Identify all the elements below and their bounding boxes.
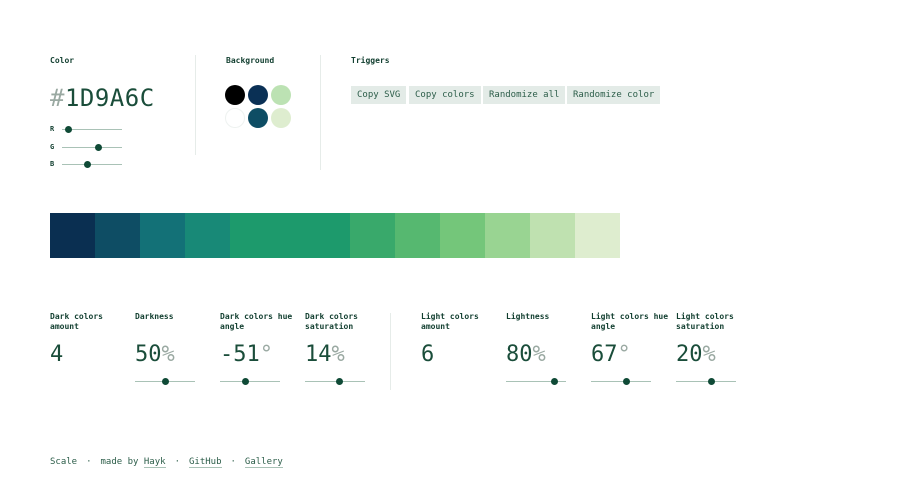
green-slider[interactable] bbox=[62, 144, 122, 151]
palette-swatch[interactable] bbox=[350, 213, 395, 258]
value-number: 4 bbox=[50, 342, 64, 367]
light-saturation-slider[interactable] bbox=[676, 378, 736, 385]
slider-knob[interactable] bbox=[707, 378, 715, 385]
value-unit: ° bbox=[259, 342, 273, 367]
red-slider[interactable] bbox=[62, 126, 122, 133]
made-by-text: made by bbox=[100, 457, 139, 467]
divider bbox=[320, 55, 321, 170]
palette-swatch[interactable] bbox=[530, 213, 575, 258]
value-number: -51 bbox=[220, 342, 260, 367]
dark-colors-amount-label: Dark colors amount bbox=[50, 312, 103, 331]
background-swatch-pale-green[interactable] bbox=[271, 108, 291, 128]
color-section-label: Color bbox=[50, 56, 75, 65]
palette-swatch[interactable] bbox=[50, 213, 95, 258]
dark-saturation-label: Dark colors saturation bbox=[305, 312, 358, 331]
background-swatch-navy[interactable] bbox=[248, 85, 268, 105]
slider-knob[interactable] bbox=[161, 378, 169, 385]
slider-knob[interactable] bbox=[622, 378, 630, 385]
github-link[interactable]: GitHub bbox=[188, 457, 222, 468]
palette-swatch[interactable] bbox=[485, 213, 530, 258]
light-colors-amount-label: Light colors amount bbox=[421, 312, 479, 331]
palette-swatch[interactable] bbox=[230, 213, 350, 258]
light-saturation-label: Light colors saturation bbox=[676, 312, 734, 331]
palette-swatch[interactable] bbox=[575, 213, 620, 258]
hex-value[interactable]: #1D9A6C bbox=[50, 84, 155, 112]
dark-hue-angle-slider[interactable] bbox=[220, 378, 280, 385]
background-section-label: Background bbox=[226, 56, 275, 65]
copy-svg-button[interactable]: Copy SVG bbox=[351, 86, 407, 104]
darkness-slider[interactable] bbox=[135, 378, 195, 385]
blue-channel-label: B bbox=[50, 160, 55, 168]
darkness-value[interactable]: 50% bbox=[135, 342, 175, 367]
light-hue-angle-slider[interactable] bbox=[591, 378, 651, 385]
red-channel-label: R bbox=[50, 125, 55, 133]
divider bbox=[195, 55, 196, 155]
value-number: 67 bbox=[591, 342, 618, 367]
divider bbox=[390, 313, 391, 390]
value-unit: % bbox=[532, 342, 546, 367]
light-saturation-value[interactable]: 20% bbox=[676, 342, 716, 367]
light-hue-angle-label: Light colors hue angle bbox=[591, 312, 669, 331]
palette-swatch[interactable] bbox=[395, 213, 440, 258]
light-colors-amount-value[interactable]: 6 bbox=[421, 342, 434, 367]
color-palette bbox=[50, 213, 620, 258]
value-unit: % bbox=[331, 342, 345, 367]
palette-swatch[interactable] bbox=[440, 213, 485, 258]
app-name: Scale bbox=[50, 457, 78, 467]
lightness-slider[interactable] bbox=[506, 378, 566, 385]
separator: · bbox=[174, 457, 180, 467]
green-slider-knob[interactable] bbox=[94, 144, 102, 151]
triggers-section-label: Triggers bbox=[351, 56, 390, 65]
lightness-value[interactable]: 80% bbox=[506, 342, 546, 367]
separator: · bbox=[86, 457, 92, 467]
slider-knob[interactable] bbox=[335, 378, 343, 385]
dark-hue-angle-value[interactable]: -51° bbox=[220, 342, 273, 367]
value-number: 6 bbox=[421, 342, 435, 367]
blue-slider[interactable] bbox=[62, 161, 122, 168]
background-swatch-teal[interactable] bbox=[248, 108, 268, 128]
value-number: 50 bbox=[135, 342, 162, 367]
hex-hash: # bbox=[50, 84, 65, 112]
gallery-link[interactable]: Gallery bbox=[244, 457, 283, 468]
palette-swatch[interactable] bbox=[95, 213, 140, 258]
light-hue-angle-value[interactable]: 67° bbox=[591, 342, 631, 367]
hex-code: 1D9A6C bbox=[64, 84, 155, 112]
palette-swatch[interactable] bbox=[185, 213, 230, 258]
blue-slider-knob[interactable] bbox=[83, 161, 91, 168]
author-link[interactable]: Hayk bbox=[143, 457, 166, 468]
lightness-label: Lightness bbox=[506, 312, 550, 321]
dark-hue-angle-label: Dark colors hue angle bbox=[220, 312, 293, 331]
palette-swatch[interactable] bbox=[140, 213, 185, 258]
randomize-all-button[interactable]: Randomize all bbox=[483, 86, 566, 104]
darkness-label: Darkness bbox=[135, 312, 174, 321]
slider-knob[interactable] bbox=[242, 378, 250, 385]
dark-colors-amount-value[interactable]: 4 bbox=[50, 342, 63, 367]
background-swatch-light-green[interactable] bbox=[271, 85, 291, 105]
copy-colors-button[interactable]: Copy colors bbox=[409, 86, 481, 104]
separator: · bbox=[230, 457, 236, 467]
slider-knob[interactable] bbox=[550, 378, 558, 385]
randomize-color-button[interactable]: Randomize color bbox=[567, 86, 661, 104]
green-channel-label: G bbox=[50, 143, 55, 151]
background-swatch-white[interactable] bbox=[225, 108, 245, 128]
value-number: 14 bbox=[305, 342, 332, 367]
red-slider-knob[interactable] bbox=[65, 126, 73, 133]
dark-saturation-value[interactable]: 14% bbox=[305, 342, 345, 367]
value-unit: ° bbox=[617, 342, 631, 367]
footer: Scale · made by Hayk · GitHub · Gallery bbox=[50, 457, 283, 468]
value-number: 80 bbox=[506, 342, 533, 367]
value-unit: % bbox=[702, 342, 716, 367]
value-unit: % bbox=[161, 342, 175, 367]
dark-saturation-slider[interactable] bbox=[305, 378, 365, 385]
value-number: 20 bbox=[676, 342, 703, 367]
background-swatch-black[interactable] bbox=[225, 85, 245, 105]
